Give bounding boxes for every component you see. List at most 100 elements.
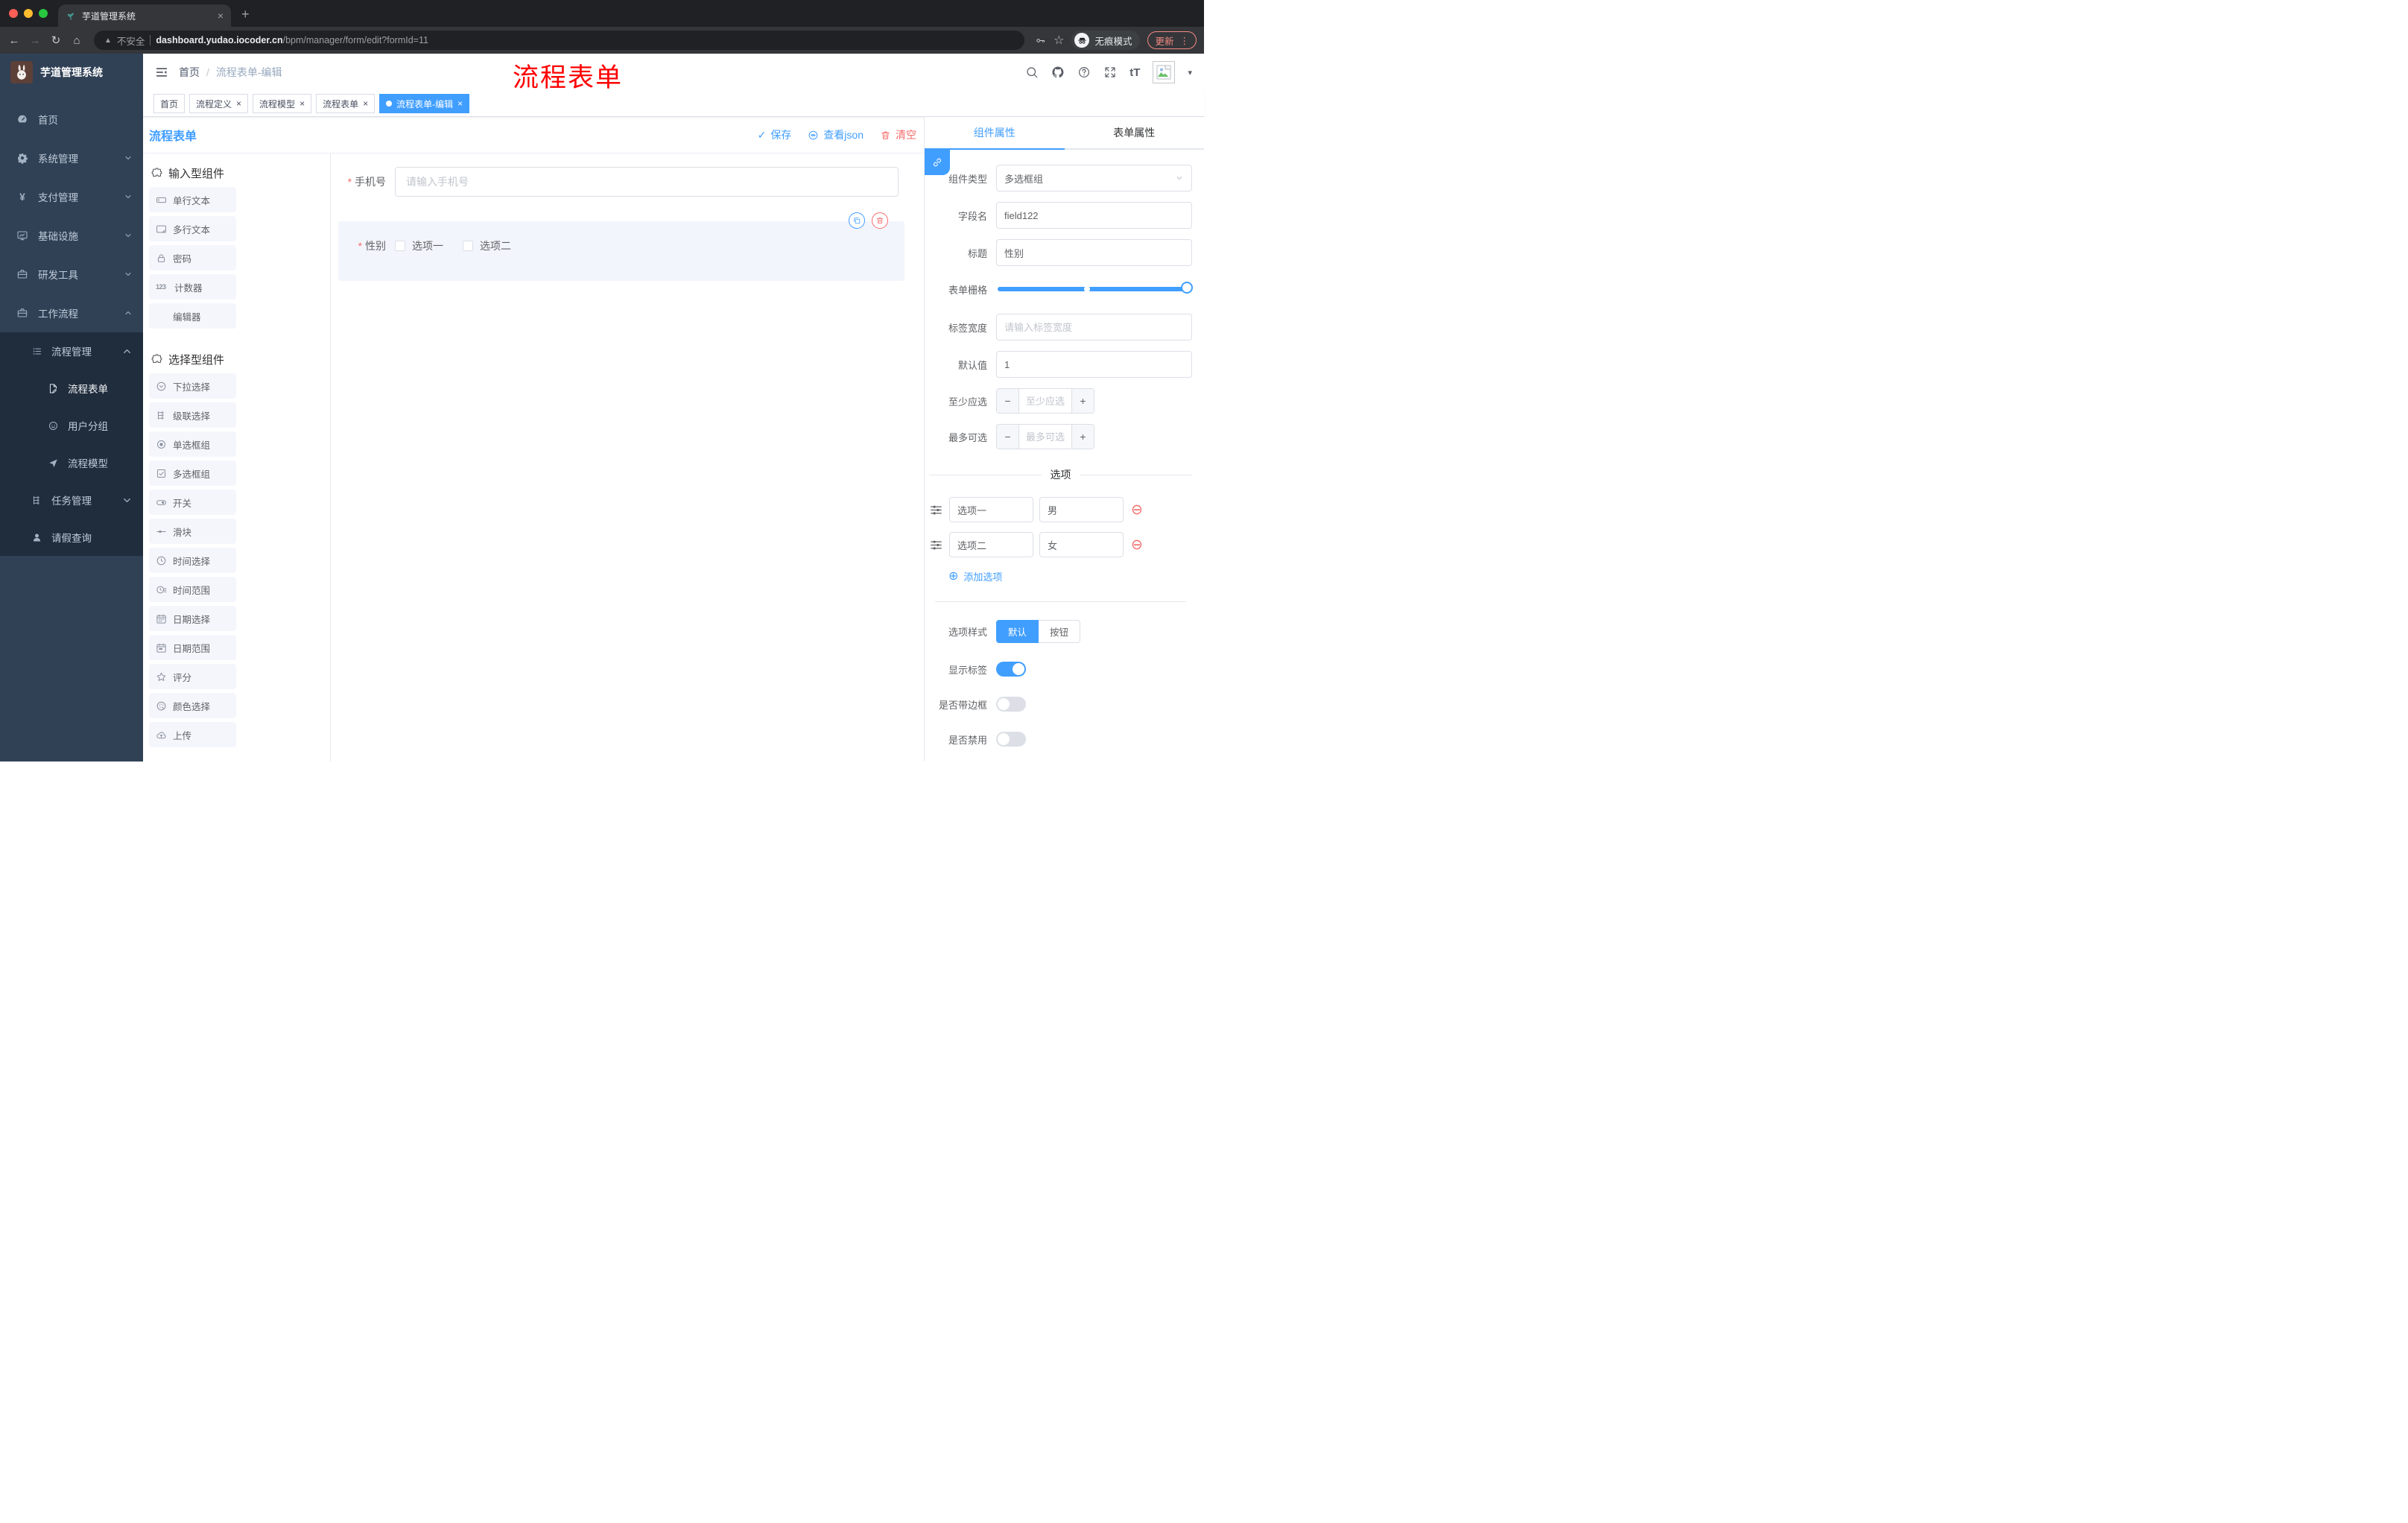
tag-close-icon[interactable]: × bbox=[236, 98, 241, 109]
palette-item-password[interactable]: 密码 bbox=[149, 245, 236, 270]
stepper-increase-button[interactable]: + bbox=[1071, 425, 1094, 449]
sidebar-item-process-form[interactable]: 流程表单 bbox=[0, 370, 143, 407]
sidebar-item-workflow[interactable]: 工作流程 bbox=[0, 294, 143, 332]
tab-form-props[interactable]: 表单属性 bbox=[1064, 117, 1204, 150]
checkbox-box[interactable] bbox=[395, 241, 405, 251]
option-value-input[interactable] bbox=[1039, 532, 1124, 557]
tag-process-definition[interactable]: 流程定义 × bbox=[189, 94, 249, 113]
home-button[interactable]: ⌂ bbox=[70, 34, 83, 47]
tag-close-icon[interactable]: × bbox=[300, 98, 305, 109]
sidebar-item-payment[interactable]: ¥ 支付管理 bbox=[0, 177, 143, 216]
browser-tab[interactable]: 芋道管理系统 × bbox=[58, 4, 231, 27]
max-select-input[interactable] bbox=[1019, 425, 1071, 449]
avatar-caret-down-icon[interactable]: ▾ bbox=[1188, 68, 1192, 77]
save-button[interactable]: ✓ 保存 bbox=[758, 127, 792, 142]
gender-option-2-checkbox[interactable]: 选项二 bbox=[463, 238, 511, 253]
border-toggle[interactable] bbox=[996, 697, 1026, 712]
font-size-icon[interactable]: tT bbox=[1129, 66, 1140, 79]
title-input[interactable] bbox=[996, 239, 1192, 266]
browser-menu-icon[interactable]: ⋮ bbox=[1180, 35, 1190, 46]
palette-item-switch[interactable]: 开关 bbox=[149, 490, 236, 515]
field-name-input[interactable] bbox=[996, 202, 1192, 229]
palette-item-multi-text[interactable]: 多行文本 bbox=[149, 216, 236, 241]
canvas-field-phone[interactable]: 手机号 bbox=[338, 167, 899, 197]
window-close-button[interactable] bbox=[9, 9, 18, 18]
palette-item-date-picker[interactable]: 日期选择 bbox=[149, 606, 236, 631]
drag-handle-icon[interactable] bbox=[929, 538, 943, 552]
palette-item-radio-group[interactable]: 单选框组 bbox=[149, 431, 236, 457]
tag-home[interactable]: 首页 bbox=[153, 94, 186, 113]
remove-option-icon[interactable]: ⊖ bbox=[1131, 503, 1143, 517]
bookmark-star-icon[interactable]: ☆ bbox=[1054, 33, 1064, 48]
canvas-field-gender-selected[interactable]: 性别 选项一 选项二 bbox=[338, 212, 904, 281]
checkbox-box[interactable] bbox=[463, 241, 473, 251]
slider-thumb[interactable] bbox=[1181, 282, 1193, 294]
back-button[interactable]: ← bbox=[7, 34, 21, 47]
palette-item-time-range[interactable]: 时间范围 bbox=[149, 577, 236, 602]
new-tab-button[interactable]: + bbox=[241, 7, 250, 22]
breadcrumb-home[interactable]: 首页 bbox=[179, 65, 200, 80]
option-label-input[interactable] bbox=[949, 532, 1033, 557]
search-icon[interactable] bbox=[1025, 66, 1039, 79]
option-label-input[interactable] bbox=[949, 497, 1033, 522]
tag-close-icon[interactable]: × bbox=[363, 98, 368, 109]
address-bar[interactable]: ▲ 不安全 dashboard.yudao.iocoder.cn/bpm/man… bbox=[94, 31, 1025, 50]
password-key-icon[interactable] bbox=[1035, 35, 1046, 46]
palette-item-rate[interactable]: 评分 bbox=[149, 664, 236, 689]
sidebar-item-leave-query[interactable]: 请假查询 bbox=[0, 519, 143, 556]
sidebar-item-process-model[interactable]: 流程模型 bbox=[0, 444, 143, 481]
sidebar-item-system[interactable]: 系统管理 bbox=[0, 139, 143, 177]
phone-input[interactable] bbox=[395, 167, 899, 197]
stepper-decrease-button[interactable]: − bbox=[997, 389, 1019, 413]
remove-option-icon[interactable]: ⊖ bbox=[1131, 538, 1143, 552]
help-icon[interactable] bbox=[1077, 66, 1091, 79]
palette-item-slider[interactable]: 滑块 bbox=[149, 519, 236, 544]
sidebar-item-home[interactable]: 首页 bbox=[0, 100, 143, 139]
palette-item-upload[interactable]: 上传 bbox=[149, 722, 236, 747]
window-zoom-button[interactable] bbox=[39, 9, 48, 18]
sidebar-item-user-group[interactable]: 用户分组 bbox=[0, 407, 143, 444]
style-button-button[interactable]: 按钮 bbox=[1039, 619, 1081, 643]
style-default-button[interactable]: 默认 bbox=[996, 619, 1039, 643]
gender-option-1-checkbox[interactable]: 选项一 bbox=[395, 238, 443, 253]
browser-update-button[interactable]: 更新 ⋮ bbox=[1147, 31, 1197, 49]
tag-process-form[interactable]: 流程表单 × bbox=[316, 94, 376, 113]
sidebar-item-devtools[interactable]: 研发工具 bbox=[0, 255, 143, 294]
tab-component-props[interactable]: 组件属性 bbox=[925, 117, 1065, 150]
tag-process-model[interactable]: 流程模型 × bbox=[253, 94, 312, 113]
tag-process-form-edit[interactable]: 流程表单-编辑 × bbox=[379, 94, 470, 113]
palette-item-counter[interactable]: 123 计数器 bbox=[149, 274, 236, 300]
disabled-toggle[interactable] bbox=[996, 732, 1026, 747]
forward-button[interactable]: → bbox=[28, 34, 42, 47]
field-link-tab[interactable] bbox=[925, 150, 950, 175]
delete-widget-button[interactable] bbox=[872, 212, 888, 229]
duplicate-widget-button[interactable] bbox=[849, 212, 865, 229]
min-select-input[interactable] bbox=[1019, 389, 1071, 413]
palette-item-editor[interactable]: 编辑器 bbox=[149, 303, 236, 329]
window-minimize-button[interactable] bbox=[24, 9, 33, 18]
drag-handle-icon[interactable] bbox=[929, 503, 943, 517]
palette-item-single-text[interactable]: 单行文本 bbox=[149, 187, 236, 212]
add-option-button[interactable]: ⊕ 添加选项 bbox=[948, 569, 1192, 583]
view-json-button[interactable]: 查看json bbox=[808, 127, 864, 142]
github-icon[interactable] bbox=[1051, 66, 1065, 79]
palette-item-dropdown[interactable]: 下拉选择 bbox=[149, 373, 236, 399]
stepper-decrease-button[interactable]: − bbox=[997, 425, 1019, 449]
option-value-input[interactable] bbox=[1039, 497, 1124, 522]
clear-button[interactable]: 清空 bbox=[880, 127, 916, 142]
avatar[interactable] bbox=[1153, 61, 1176, 83]
tab-close-icon[interactable]: × bbox=[218, 10, 224, 22]
sidebar-item-infra[interactable]: 基础设施 bbox=[0, 216, 143, 255]
sidebar-collapse-icon[interactable] bbox=[155, 66, 168, 79]
show-label-toggle[interactable] bbox=[996, 662, 1026, 677]
window-controls[interactable] bbox=[0, 0, 58, 27]
component-type-select[interactable]: 多选框组 bbox=[996, 165, 1192, 191]
reload-button[interactable]: ↻ bbox=[49, 34, 63, 47]
grid-slider[interactable] bbox=[998, 282, 1193, 294]
label-width-input[interactable] bbox=[996, 314, 1192, 341]
sidebar-item-process-mgmt[interactable]: 流程管理 bbox=[0, 332, 143, 370]
palette-item-checkbox-group[interactable]: 多选框组 bbox=[149, 460, 236, 486]
tag-close-icon[interactable]: × bbox=[457, 98, 463, 109]
security-label[interactable]: 不安全 bbox=[117, 34, 145, 48]
sidebar-item-task-mgmt[interactable]: 任务管理 bbox=[0, 481, 143, 519]
